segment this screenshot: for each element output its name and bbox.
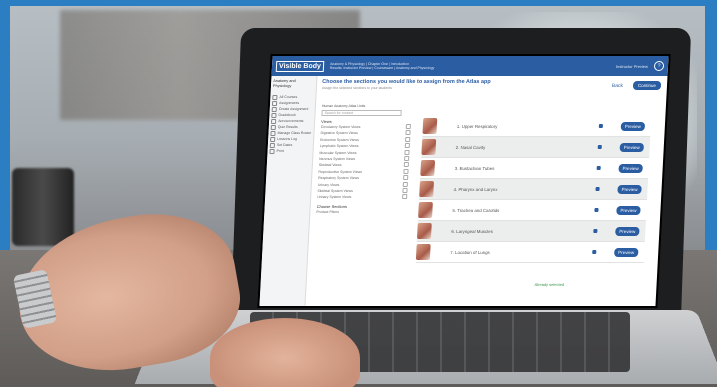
section-list: 1. Upper Respiratory Preview 2. Nasal Ca…: [415, 116, 652, 263]
photo-scene: Visible Body Anatomy & Physiology | Chap…: [0, 0, 717, 387]
row-label: 5. Trachea and Carotids: [452, 207, 500, 213]
preview-button[interactable]: Preview: [617, 184, 642, 194]
sidebar-item-icon: [271, 112, 277, 118]
checkbox-icon[interactable]: [592, 250, 597, 254]
sidebar-course-title: Anatomy and Physiology: [272, 79, 296, 88]
main-panel: Choose the sections you would like to as…: [305, 76, 667, 306]
checkbox-icon[interactable]: [594, 208, 599, 212]
sidebar-item[interactable]: Print: [269, 148, 310, 154]
row-label: 7. Location of Lungs: [450, 249, 490, 255]
checkbox-icon[interactable]: [405, 130, 411, 136]
row-label: 3. Eustachian Tubes: [454, 165, 495, 171]
checkbox-icon[interactable]: [404, 156, 410, 162]
view-item-label: Urinary System Views: [317, 195, 352, 200]
checkbox-icon[interactable]: [404, 149, 410, 155]
app-body: Anatomy and Physiology All Courses Assig…: [259, 76, 667, 306]
picker-heading: Human Anatomy Atlas Units: [321, 104, 366, 108]
anatomy-thumbnail: [420, 160, 436, 176]
row-label: 4. Pharynx and Larynx: [453, 186, 498, 192]
coffee-mug: [12, 168, 74, 246]
list-item: 4. Pharynx and Larynx Preview: [419, 179, 649, 200]
atlas-picker: Human Anatomy Atlas Units Search for con…: [316, 104, 418, 215]
anatomy-thumbnail: [422, 118, 438, 134]
view-item[interactable]: Urinary System Views: [317, 194, 413, 200]
sidebar-item-icon: [270, 124, 276, 130]
list-item: 2. Nasal Cavity Preview: [421, 137, 651, 158]
checkbox-icon[interactable]: [595, 187, 600, 191]
checkbox-icon[interactable]: [402, 188, 408, 194]
sidebar-item-icon: [271, 100, 278, 106]
list-item: 1. Upper Respiratory Preview: [422, 116, 652, 137]
checkbox-icon[interactable]: [593, 229, 598, 233]
checkbox-icon[interactable]: [402, 181, 408, 187]
list-item: 6. Laryngeal Muscles Preview: [416, 221, 646, 242]
checkbox-icon[interactable]: [405, 136, 411, 142]
list-item: 3. Eustachian Tubes Preview: [420, 158, 650, 179]
list-item: 5. Trachea and Carotids Preview: [417, 200, 648, 221]
preview-button[interactable]: Preview: [614, 247, 639, 257]
anatomy-thumbnail: [419, 181, 434, 197]
checkbox-icon[interactable]: [596, 166, 601, 170]
sidebar-item-icon: [270, 130, 276, 136]
checkbox-icon[interactable]: [403, 162, 409, 168]
row-label: 1. Upper Respiratory: [456, 123, 498, 129]
app-logo[interactable]: Visible Body: [275, 60, 325, 72]
checkbox-icon[interactable]: [597, 145, 602, 149]
search-input[interactable]: Search for content: [321, 110, 402, 116]
preview-button[interactable]: Preview: [615, 226, 640, 236]
preview-button[interactable]: Preview: [618, 163, 643, 173]
sidebar-item-icon: [271, 106, 277, 112]
sidebar-item-icon: [271, 118, 277, 124]
checkbox-icon[interactable]: [403, 175, 409, 181]
checkbox-icon[interactable]: [403, 168, 409, 174]
preview-button[interactable]: Preview: [620, 121, 646, 131]
row-label: 2. Nasal Cavity: [455, 144, 486, 150]
sidebar-item-label: Print: [276, 149, 284, 153]
laptop-screen: Visible Body Anatomy & Physiology | Chap…: [259, 56, 669, 306]
product-filters[interactable]: Product Filters: [316, 209, 412, 215]
checkbox-icon[interactable]: [402, 194, 408, 200]
anatomy-thumbnail: [418, 202, 433, 218]
sidebar-item-icon: [269, 148, 275, 154]
app-topbar: Visible Body Anatomy & Physiology | Chap…: [271, 56, 669, 76]
sidebar-item-icon: [270, 136, 276, 142]
list-item: 7. Location of Lungs Preview: [415, 242, 645, 263]
user-label[interactable]: Instructor Preview: [616, 64, 648, 69]
back-link[interactable]: Back: [612, 83, 623, 89]
checkbox-icon[interactable]: [404, 143, 410, 149]
topbar-meta: Anatomy & Physiology | Chapter One | Int…: [330, 62, 611, 70]
checkbox-icon[interactable]: [405, 124, 411, 129]
preview-button[interactable]: Preview: [619, 142, 645, 152]
row-label: 6. Laryngeal Muscles: [451, 228, 494, 234]
help-icon[interactable]: ?: [653, 61, 665, 71]
anatomy-thumbnail: [415, 244, 431, 260]
anatomy-thumbnail: [416, 223, 432, 239]
selection-status: Already selected: [534, 282, 565, 287]
preview-button[interactable]: Preview: [616, 205, 641, 215]
top-actions: Back Continue: [612, 81, 662, 90]
checkbox-icon[interactable]: [598, 124, 603, 128]
sidebar-item-icon: [272, 94, 278, 100]
sidebar-item-icon: [269, 142, 276, 148]
meta-line: Results: Instructor Preview | Courseware…: [329, 66, 435, 70]
anatomy-thumbnail: [421, 139, 437, 155]
continue-button[interactable]: Continue: [632, 81, 662, 90]
